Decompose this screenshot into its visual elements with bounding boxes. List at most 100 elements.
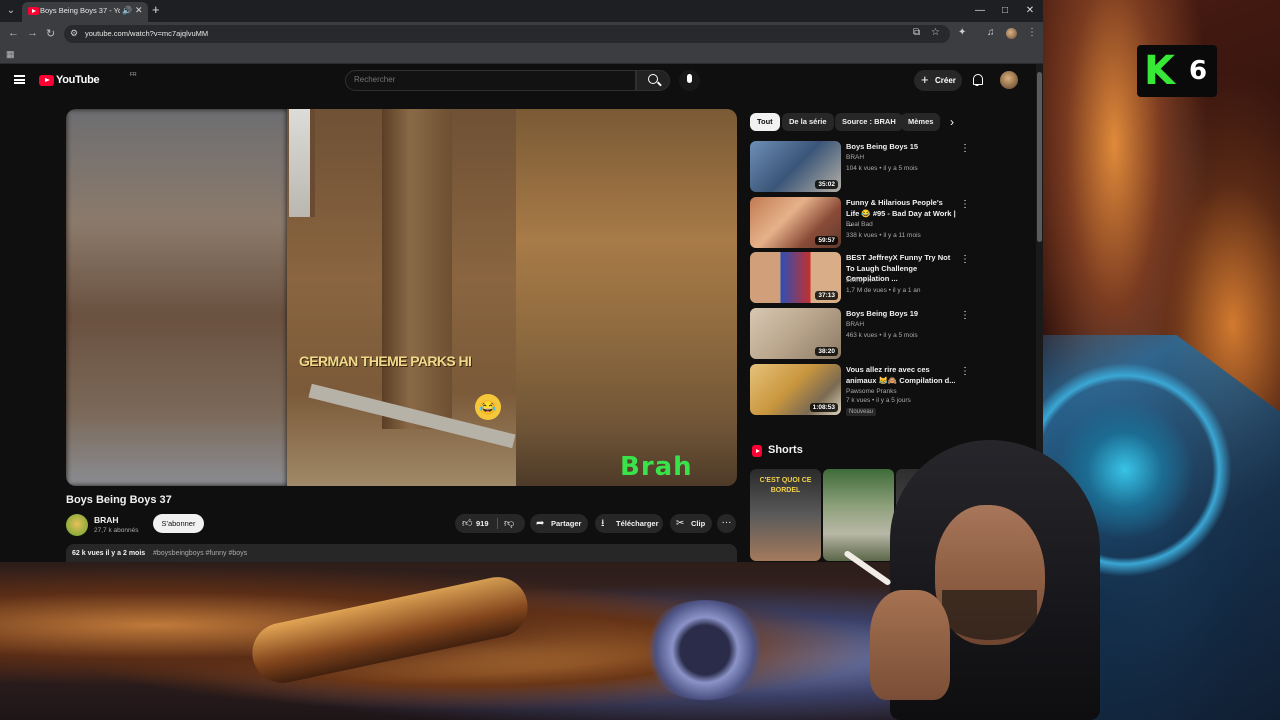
video-duration: 59:57	[815, 236, 838, 245]
minimize-button[interactable]: —	[968, 3, 992, 19]
hashtags[interactable]: #boysbeingboys #funny #boys	[153, 550, 247, 557]
like-count[interactable]: 919	[476, 514, 489, 533]
active-tab[interactable]: Boys Being Boys 37 - YouTu 🔊 ✕	[22, 2, 148, 22]
share-arrow-icon: ➦	[536, 518, 545, 529]
install-app-icon[interactable]: ⧉	[913, 27, 920, 38]
tab-strip: ⌄ Boys Being Boys 37 - YouTu 🔊 ✕ + — □ ✕	[0, 0, 1043, 22]
thumbs-up-icon[interactable]: 👍︎	[462, 514, 472, 533]
cigarette	[843, 549, 892, 587]
channel-name[interactable]: BRAH	[94, 515, 119, 525]
new-tab-button[interactable]: +	[152, 2, 160, 17]
recommendation-channel[interactable]: Real Bad	[846, 221, 873, 228]
back-arrow-icon[interactable]: ←	[8, 27, 19, 39]
more-options-icon[interactable]: ⋮	[960, 366, 970, 377]
media-control-icon[interactable]: ♫	[987, 27, 995, 38]
video-title: Boys Being Boys 37	[66, 494, 172, 506]
site-info-icon[interactable]: ⚙	[70, 28, 78, 39]
logo-letter: K	[1144, 48, 1175, 94]
recommendation-item[interactable]: 38:20 Boys Being Boys 19 BRAH 463 k vues…	[750, 308, 980, 360]
notifications-bell-icon[interactable]	[971, 74, 983, 86]
video-duration: 37:13	[815, 291, 838, 300]
account-avatar[interactable]	[1000, 71, 1018, 89]
like-dislike-pill: 👍︎ 919 👎︎	[455, 514, 525, 533]
youtube-play-icon	[39, 75, 54, 86]
browser-toolbar: ← → ↻ ⚙ youtube.com/watch?v=mc7ajqlvuMM …	[0, 22, 1043, 46]
recommendation-meta: 463 k vues • il y a 5 mois	[846, 332, 918, 339]
hamburger-menu-icon[interactable]	[14, 75, 25, 84]
short-thumbnail[interactable]: C'EST QUOI CE BORDEL	[750, 469, 821, 561]
thumbs-down-icon[interactable]: 👎︎	[504, 514, 514, 533]
more-options-icon[interactable]: ⋮	[960, 254, 970, 265]
channel-avatar[interactable]	[66, 514, 88, 536]
url-text[interactable]: youtube.com/watch?v=mc7ajqlvuMM	[85, 29, 208, 38]
chip-memes[interactable]: Mèmes	[901, 113, 941, 131]
apps-grid-icon[interactable]: ▦	[6, 49, 15, 60]
recommendation-title[interactable]: Boys Being Boys 19	[846, 309, 956, 320]
recommendation-title[interactable]: Boys Being Boys 15	[846, 142, 956, 153]
clip-label: Clip	[691, 519, 706, 528]
recommendation-item[interactable]: 35:02 Boys Being Boys 15 BRAH 104 k vues…	[750, 141, 980, 193]
recommendation-meta: 338 k vues • il y a 11 mois	[846, 232, 921, 239]
more-options-icon[interactable]: ⋮	[960, 143, 970, 154]
shorts-icon	[752, 445, 762, 457]
close-window-button[interactable]: ✕	[1018, 3, 1042, 19]
browser-menu-icon[interactable]: ⋮	[1027, 27, 1037, 38]
extensions-icon[interactable]: ✦	[958, 27, 966, 38]
video-thumbnail[interactable]: 1:08:53	[750, 364, 841, 415]
tab-search-chevron-icon[interactable]: ⌄	[3, 3, 19, 19]
chip-series[interactable]: De la série	[782, 113, 834, 131]
recommendation-item[interactable]: 37:13 BEST JeffreyX Funny Try Not To Lau…	[750, 252, 980, 304]
video-window	[289, 109, 315, 217]
more-actions-button[interactable]: ···	[717, 514, 736, 533]
create-label: Créer	[935, 76, 956, 85]
video-thumbnail[interactable]: 35:02	[750, 141, 841, 192]
address-bar[interactable]: ⚙ youtube.com/watch?v=mc7ajqlvuMM	[64, 25, 950, 43]
share-label: Partager	[551, 519, 582, 528]
scrollbar-thumb[interactable]	[1037, 72, 1042, 242]
chip-source[interactable]: Source : BRAH	[835, 113, 903, 131]
audio-playing-icon[interactable]: 🔊	[122, 6, 132, 15]
shorts-heading: Shorts	[768, 444, 803, 456]
video-thumbnail[interactable]: 59:57	[750, 197, 841, 248]
youtube-logo[interactable]: YouTube FR	[39, 72, 137, 88]
close-tab-icon[interactable]: ✕	[135, 5, 143, 16]
video-door	[382, 109, 452, 429]
browser-profile-avatar[interactable]	[1006, 28, 1017, 39]
more-options-icon[interactable]: ⋮	[960, 310, 970, 321]
recommendation-channel[interactable]: Jeffrey X ✓	[846, 276, 879, 284]
recommendation-meta: 7 k vues • il y a 5 jours	[846, 397, 911, 404]
recommendation-title[interactable]: Vous allez rire avec ces animaux 😹🙈 Comp…	[846, 365, 956, 386]
bookmark-star-icon[interactable]: ☆	[931, 27, 940, 38]
recommendation-item[interactable]: 1:08:53 Vous allez rire avec ces animaux…	[750, 364, 980, 416]
video-player[interactable]: GERMAN THEME PARKS HI 😂 Brah	[66, 109, 737, 486]
maximize-button[interactable]: □	[993, 3, 1017, 19]
scissors-icon: ✂	[676, 518, 685, 529]
video-thumbnail[interactable]: 38:20	[750, 308, 841, 359]
recommendation-item[interactable]: 59:57 Funny & Hilarious People's Life 😂 …	[750, 197, 980, 249]
youtube-favicon-icon	[28, 7, 39, 15]
create-button[interactable]: + Créer	[914, 70, 962, 91]
chevron-right-icon[interactable]: ›	[950, 115, 954, 129]
recommendation-meta: 104 k vues • il y a 5 mois	[846, 165, 918, 172]
share-button[interactable]: ➦ Partager	[530, 514, 588, 533]
chip-all[interactable]: Tout	[750, 113, 780, 131]
description-box[interactable]: 62 k vues il y a 2 mois #boysbeingboys #…	[66, 544, 737, 562]
subscribe-button[interactable]: S'abonner	[153, 514, 204, 533]
recommendation-channel[interactable]: BRAH	[846, 321, 864, 328]
divider	[497, 518, 498, 529]
forward-arrow-icon[interactable]: →	[27, 27, 38, 39]
search-button[interactable]	[636, 70, 670, 91]
voice-search-button[interactable]	[679, 70, 700, 91]
video-duration: 1:08:53	[809, 403, 838, 412]
video-blur-right	[516, 109, 737, 486]
clip-button[interactable]: ✂ Clip	[670, 514, 712, 533]
video-thumbnail[interactable]: 37:13	[750, 252, 841, 303]
country-code: FR	[130, 72, 137, 78]
recommendation-channel[interactable]: Pawsome Pranks	[846, 388, 897, 395]
logo-number: 6	[1189, 56, 1208, 86]
recommendation-channel[interactable]: BRAH	[846, 154, 864, 161]
more-options-icon[interactable]: ⋮	[960, 199, 970, 210]
download-button[interactable]: ⭳ Télécharger	[595, 514, 663, 533]
search-input[interactable]	[354, 75, 614, 84]
reload-icon[interactable]: ↻	[46, 27, 55, 40]
